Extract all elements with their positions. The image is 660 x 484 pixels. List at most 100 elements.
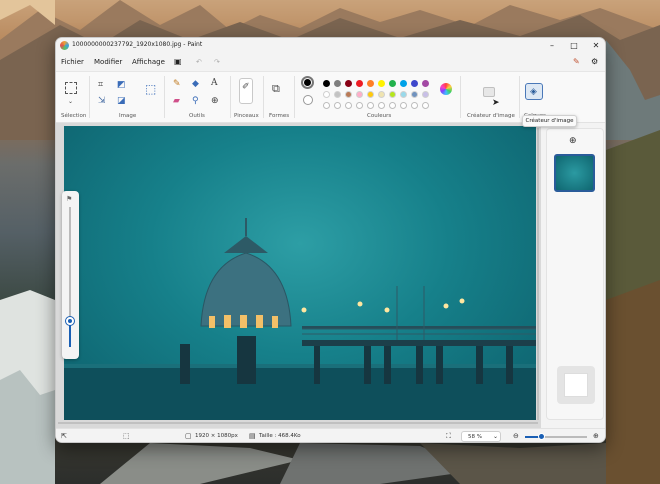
undo-icon[interactable]: ↶ <box>196 58 202 66</box>
cursor-position-icon: ⇱ <box>61 432 67 440</box>
group-label-brushes: Pinceaux <box>234 113 259 119</box>
image-creator-button[interactable] <box>483 87 495 97</box>
custom-color-slot[interactable] <box>323 102 330 109</box>
custom-color-slot[interactable] <box>367 102 374 109</box>
divider <box>89 76 90 118</box>
canvas-size-icon: ▢ <box>185 432 192 440</box>
color-swatch[interactable] <box>334 91 341 98</box>
group-label-image-creator: Créateur d'image <box>467 113 515 119</box>
color-swatch[interactable] <box>356 91 363 98</box>
flip-icon[interactable]: ◪ <box>117 96 126 106</box>
menu-view[interactable]: Affichage <box>132 58 165 66</box>
zoom-out-icon[interactable]: ⊖ <box>513 432 519 440</box>
color-swatch[interactable] <box>323 91 330 98</box>
color-swatch[interactable] <box>400 80 407 87</box>
custom-color-slot[interactable] <box>411 102 418 109</box>
custom-color-slot[interactable] <box>356 102 363 109</box>
zoom-value: 58 % <box>468 434 482 440</box>
add-layer-icon[interactable]: ⊕ <box>569 136 577 146</box>
menu-file[interactable]: Fichier <box>61 58 84 66</box>
chevron-down-icon[interactable]: ⌄ <box>68 97 73 107</box>
color-swatch[interactable] <box>345 91 352 98</box>
menu-edit[interactable]: Modifier <box>94 58 122 66</box>
color-swatch[interactable] <box>400 91 407 98</box>
zoom-slider-vertical[interactable]: ⚑ <box>62 191 79 359</box>
canvas-area[interactable]: ⚑ <box>56 123 541 428</box>
close-button[interactable]: ✕ <box>585 38 605 54</box>
custom-color-slot[interactable] <box>389 102 396 109</box>
zoom-slider-track[interactable] <box>525 433 587 440</box>
color-swatch[interactable] <box>378 91 385 98</box>
tooltip: Créateur d'image <box>522 115 577 127</box>
color-swatch[interactable] <box>411 80 418 87</box>
custom-color-slot[interactable] <box>345 102 352 109</box>
settings-gear-icon[interactable]: ⚙ <box>591 57 598 66</box>
color-swatch[interactable] <box>356 80 363 87</box>
remove-background-icon[interactable]: ⬚ <box>145 83 156 95</box>
title-bar: 1000000000237792_1920x1080.jpg - Paint –… <box>56 38 605 54</box>
maximize-button[interactable]: □ <box>563 38 585 54</box>
zoom-dropdown[interactable]: 58 % ⌄ <box>461 431 501 442</box>
rotate-icon[interactable]: ◩ <box>117 80 126 90</box>
selection-rect-icon[interactable] <box>65 82 77 94</box>
group-label-image: Image <box>119 113 137 119</box>
chevron-down-icon: ⌄ <box>493 433 499 440</box>
status-bar: ⇱ ⬚ ▢ 1920 × 1080px ▤ Taille : 468.4Ko ⛶… <box>56 428 605 442</box>
divider <box>263 76 264 118</box>
edit-colors-icon[interactable] <box>440 83 452 95</box>
slider-thumb[interactable] <box>66 316 74 325</box>
color-swatch[interactable] <box>422 80 429 87</box>
color-picker-icon[interactable]: ⚲ <box>192 96 199 106</box>
color-swatch[interactable] <box>334 80 341 87</box>
fit-to-window-icon[interactable]: ⛶ <box>446 432 451 441</box>
brush-button[interactable]: ✐ <box>239 78 253 104</box>
color-swatch[interactable] <box>422 91 429 98</box>
layers-icon: ◈ <box>530 87 537 97</box>
color-swatch[interactable] <box>411 91 418 98</box>
custom-color-slot[interactable] <box>378 102 385 109</box>
divider <box>164 76 165 118</box>
shapes-icon[interactable]: ⧉ <box>272 83 280 94</box>
pencil-icon[interactable]: ✎ <box>173 79 181 89</box>
vertical-scrollbar[interactable] <box>537 128 539 420</box>
zoom-in-icon[interactable]: ⊕ <box>593 432 599 440</box>
primary-color-ring[interactable] <box>301 76 314 89</box>
file-size-icon: ▤ <box>249 432 256 440</box>
window-title: 1000000000237792_1920x1080.jpg - Paint <box>72 41 203 48</box>
save-icon[interactable]: ▣ <box>174 57 182 66</box>
paint-window: 1000000000237792_1920x1080.jpg - Paint –… <box>55 37 606 443</box>
color-swatch[interactable] <box>367 91 374 98</box>
mouse-cursor-icon: ➤ <box>492 98 500 108</box>
color-swatch[interactable] <box>345 80 352 87</box>
text-tool-icon[interactable]: A <box>211 78 218 88</box>
brush-icon: ✐ <box>242 82 250 92</box>
secondary-color-swatch[interactable] <box>303 95 313 105</box>
custom-color-slot[interactable] <box>400 102 407 109</box>
image-canvas[interactable] <box>64 126 536 420</box>
magnifier-icon[interactable]: ⊕ <box>211 96 219 106</box>
eraser-icon[interactable]: ▰ <box>173 96 180 106</box>
color-swatch[interactable] <box>378 80 385 87</box>
custom-color-slot[interactable] <box>422 102 429 109</box>
resize-icon[interactable]: ⇲ <box>98 96 106 106</box>
color-swatch[interactable] <box>323 80 330 87</box>
custom-color-slot[interactable] <box>334 102 341 109</box>
group-label-selection: Sélection <box>61 113 87 119</box>
crop-icon[interactable]: ⌗ <box>98 80 103 90</box>
layers-button[interactable]: ◈ <box>525 83 543 100</box>
horizontal-scrollbar[interactable] <box>58 422 538 424</box>
redo-icon[interactable]: ↷ <box>214 58 220 66</box>
copilot-icon[interactable]: ✎ <box>573 57 580 66</box>
fill-bucket-icon[interactable]: ◆ <box>192 79 199 89</box>
divider <box>294 76 295 118</box>
color-swatch[interactable] <box>389 80 396 87</box>
zoom-slider-thumb[interactable] <box>538 433 546 440</box>
image-dimensions: 1920 × 1080px <box>195 433 238 439</box>
color-swatch[interactable] <box>389 91 396 98</box>
layer-thumbnail[interactable] <box>554 154 595 192</box>
file-size: Taille : 468.4Ko <box>259 433 301 439</box>
color-swatch[interactable] <box>367 80 374 87</box>
paint-app-icon <box>60 41 69 50</box>
minimize-button[interactable]: – <box>541 38 563 54</box>
background-layer-thumbnail[interactable] <box>557 366 595 404</box>
